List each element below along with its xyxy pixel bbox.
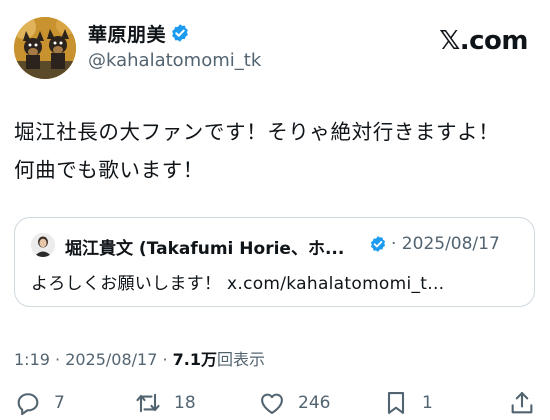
tweet-meta: 1:19 · 2025/08/17 · 7.1万回表示	[14, 346, 265, 370]
share-icon	[511, 392, 533, 414]
quoted-tweet-text: よろしくお願いします！ x.com/kahalatomomi_t...	[31, 274, 445, 294]
action-bar: 7 18 246 1	[0, 386, 550, 420]
repost-count: 18	[174, 393, 196, 413]
verified-badge-icon	[172, 24, 188, 42]
tweet-timestamp[interactable]: 1:19 · 2025/08/17 ·	[14, 350, 173, 369]
tweet-text: 堀江社長の大ファンです！そりゃ絶対行きますよ！ 何曲でも歌います！	[14, 113, 539, 189]
reply-count: 7	[54, 393, 65, 413]
author-handle[interactable]: @kahalatomomi_tk	[88, 50, 261, 71]
view-count: 7.1万	[172, 350, 218, 369]
quoted-verified-badge-icon	[370, 236, 386, 252]
reply-button[interactable]: 7	[14, 386, 65, 420]
quoted-author-avatar	[31, 233, 55, 257]
bookmark-button[interactable]: 1	[382, 386, 433, 420]
repost-button[interactable]: 18	[134, 386, 196, 420]
quoted-tweet-card[interactable]: 堀江貴文 (Takafumi Horie、ホ... · 2025/08/17 よ…	[14, 217, 535, 307]
bookmark-count: 1	[422, 393, 433, 413]
x-brand-logo: 𝕏.com	[439, 26, 528, 56]
like-icon	[261, 393, 283, 414]
tweet-text-line-2: 何曲でも歌います！	[14, 158, 204, 182]
like-count: 246	[298, 393, 331, 413]
like-button[interactable]: 246	[258, 386, 330, 420]
share-button[interactable]	[508, 386, 536, 420]
author-avatar[interactable]	[14, 17, 76, 79]
author-name[interactable]: 華原朋美	[88, 20, 166, 47]
quoted-author-name: 堀江貴文 (Takafumi Horie、ホ...	[65, 239, 345, 259]
quoted-tweet-date: · 2025/08/17	[391, 234, 500, 254]
reply-icon	[17, 393, 39, 416]
repost-icon	[136, 393, 160, 413]
view-label: 回表示	[217, 350, 266, 369]
tweet-text-line-1: 堀江社長の大ファンです！そりゃ絶対行きますよ！	[14, 120, 500, 144]
bookmark-icon	[387, 392, 405, 414]
